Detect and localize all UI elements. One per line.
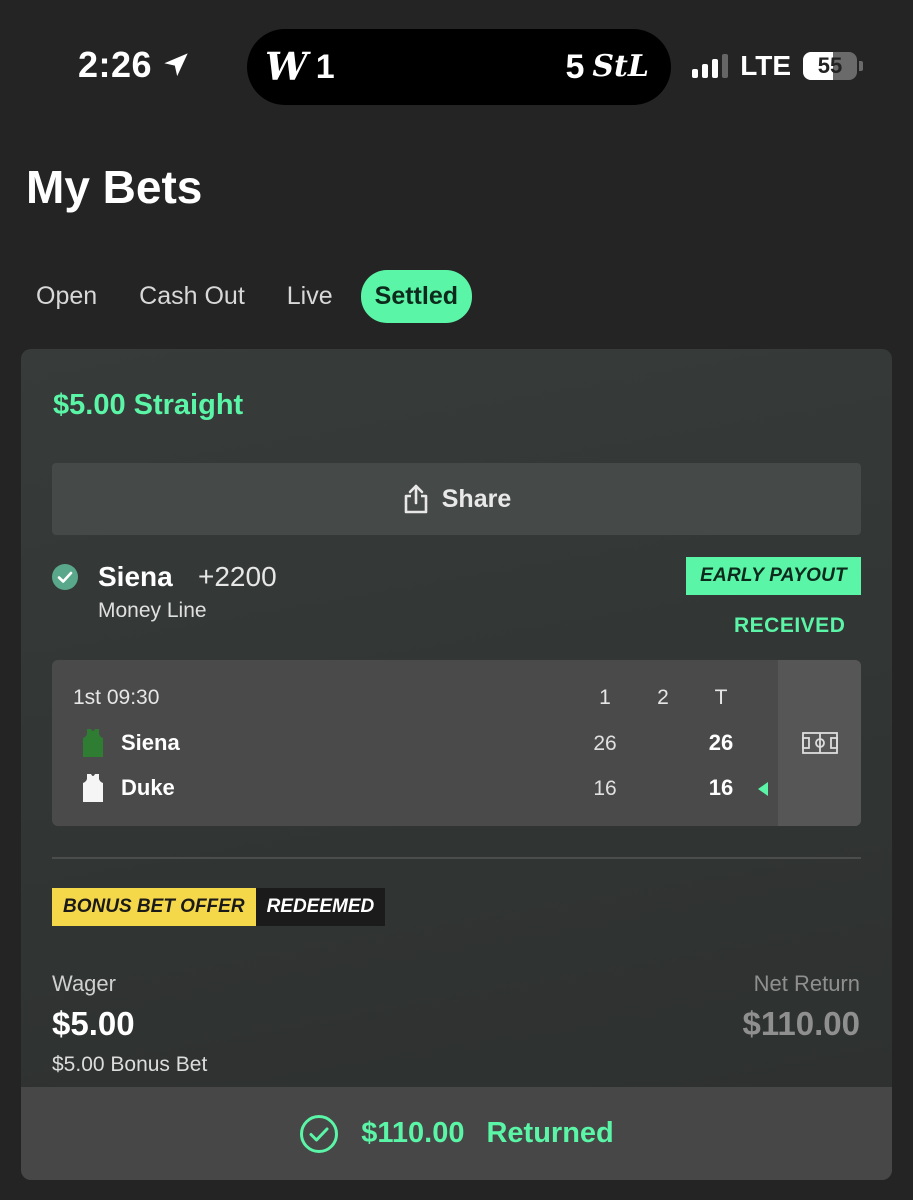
- bet-title: $5.00 Straight: [53, 389, 244, 421]
- total-header: T: [714, 686, 728, 709]
- wager-bonus-note: $5.00 Bonus Bet: [52, 1053, 208, 1076]
- nationals-logo-icon: W: [265, 44, 308, 89]
- battery-level: 55: [817, 53, 843, 78]
- share-button[interactable]: Share: [52, 463, 861, 535]
- selection-odds: +2200: [198, 561, 277, 592]
- away-score: 1: [315, 48, 335, 86]
- bonus-bet-status: REDEEMED: [255, 888, 386, 926]
- net-return-value: $110.00: [742, 1005, 860, 1042]
- tab-cash-out[interactable]: Cash Out: [125, 270, 259, 323]
- cardinals-logo-icon: StL: [592, 49, 649, 84]
- battery-icon: 55: [803, 52, 857, 80]
- possession-arrow-icon: [758, 782, 768, 796]
- team-name: Duke: [121, 775, 175, 800]
- status-indicators: LTE 55: [692, 50, 863, 82]
- wager-value: $5.00: [52, 1005, 135, 1042]
- returned-summary: $110.00 Returned: [21, 1087, 892, 1180]
- status-time-text: 2:26: [78, 44, 153, 85]
- early-payout-status: RECEIVED: [734, 614, 846, 637]
- early-payout-badge: EARLY PAYOUT: [686, 557, 861, 595]
- period-1-score: 16: [593, 777, 617, 800]
- location-arrow-icon: [164, 53, 188, 77]
- court-view-button[interactable]: [778, 660, 861, 826]
- cellular-signal-icon: [692, 54, 729, 78]
- tab-settled[interactable]: Settled: [360, 270, 473, 323]
- team-name: Siena: [121, 730, 180, 755]
- returned-label: Returned: [486, 1117, 614, 1149]
- bonus-bet-offer-label: BONUS BET OFFER: [52, 888, 256, 926]
- tab-live[interactable]: Live: [273, 270, 347, 323]
- check-circle-outline-icon: [300, 1114, 339, 1153]
- selection-market: Money Line: [98, 599, 207, 622]
- bonus-bet-tag: BONUS BET OFFER REDEEMED: [52, 888, 386, 926]
- tab-open[interactable]: Open: [22, 270, 111, 323]
- screen: 2:26 W 1 5 StL LTE 55 My Bets Open Cash …: [0, 0, 913, 1200]
- selection-team: Siena: [98, 561, 173, 592]
- net-return-label: Net Return: [753, 971, 860, 996]
- period-2-header: 2: [657, 686, 669, 709]
- check-circle-icon: [52, 564, 78, 590]
- period-1-score: 26: [593, 732, 617, 755]
- share-icon: [404, 484, 428, 514]
- scoreboard[interactable]: 1st 09:30 1 2 T Siena 26 26 Duke 16 16: [52, 660, 861, 826]
- wager-label: Wager: [52, 971, 116, 996]
- basketball-court-icon: [801, 732, 838, 754]
- carrier-label: LTE: [740, 50, 791, 81]
- jersey-icon: [83, 774, 103, 802]
- total-score: 26: [708, 730, 734, 755]
- battery-nub: [859, 61, 863, 71]
- divider: [52, 857, 861, 859]
- game-clock: 1st 09:30: [73, 686, 160, 709]
- scoreboard-row: Siena 26 26: [52, 728, 772, 758]
- page-title: My Bets: [26, 161, 203, 213]
- bet-card: $5.00 Straight Share Siena +2200 Money L…: [21, 349, 892, 1180]
- total-score: 16: [708, 775, 734, 800]
- share-label: Share: [441, 484, 512, 513]
- jersey-icon: [83, 729, 103, 757]
- period-1-header: 1: [599, 686, 611, 709]
- dynamic-island-live-activity[interactable]: W 1 5 StL: [247, 29, 671, 105]
- scoreboard-row: Duke 16 16: [52, 773, 772, 803]
- home-score: 5: [565, 48, 585, 86]
- returned-amount: $110.00: [361, 1117, 465, 1149]
- bet-tabs: Open Cash Out Live Settled: [22, 270, 473, 323]
- status-time: 2:26: [78, 44, 190, 86]
